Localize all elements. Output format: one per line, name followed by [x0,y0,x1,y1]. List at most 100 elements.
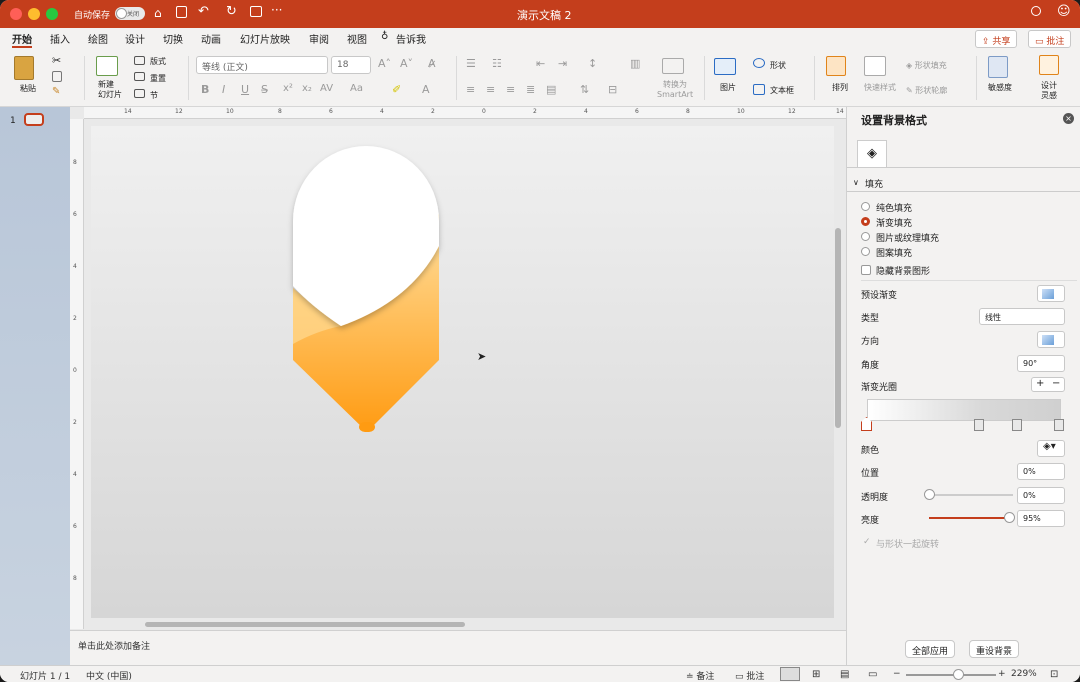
decrease-font-icon[interactable]: A˅ [400,57,413,70]
slide-canvas[interactable]: ➤ [91,126,834,618]
edit-icon[interactable] [250,6,262,17]
picture-icon[interactable] [714,58,736,75]
notes-placeholder[interactable]: 单击此处添加备注 [78,639,150,652]
autosave-toggle[interactable]: 关闭 [115,7,145,20]
transparency-field[interactable]: 0% [1017,487,1065,504]
align-center-icon[interactable]: ≡ [486,83,495,96]
fit-to-window-icon[interactable]: ⊡ [1050,669,1058,680]
char-spacing-icon[interactable]: AV [320,83,333,94]
solid-fill-radio[interactable] [861,202,870,211]
add-stop-icon[interactable]: + [1036,378,1044,389]
gradient-stop-handle[interactable] [1054,419,1064,431]
gradient-bar[interactable] [867,399,1061,421]
new-slide-button[interactable]: 新建 幻灯片 [98,80,122,100]
pencil-shape-graphic[interactable] [91,126,834,618]
shape-fill-button[interactable]: ◈ 形状填充 [906,60,947,71]
share-button[interactable]: ⇪ 共享 [975,30,1018,48]
slide-sorter-view-icon[interactable]: ⊞ [812,669,820,680]
redo-icon[interactable]: ↻ [226,4,237,19]
italic-icon[interactable]: I [222,83,225,96]
type-dropdown[interactable]: 线性 [979,308,1065,325]
fill-tab-icon[interactable]: ◈ [857,140,887,167]
paste-icon[interactable] [14,56,34,80]
apply-all-button[interactable]: 全部应用 [905,640,956,658]
tab-design[interactable]: 设计 [125,31,145,46]
convert-smartart-button[interactable]: 转换为 SmartArt [657,80,693,100]
brightness-field[interactable]: 95% [1017,510,1065,527]
tab-transitions[interactable]: 切换 [163,31,183,46]
close-window-button[interactable] [10,8,22,20]
line-spacing-icon[interactable]: ↕ [588,57,597,70]
tab-tell-me[interactable]: 告诉我 [396,31,426,46]
distributed-icon[interactable]: ▤ [546,83,556,96]
slideshow-view-icon[interactable]: ▭ [868,669,877,680]
sensitivity-button[interactable]: 敏感度 [988,82,1012,93]
angle-field[interactable]: 90° [1017,355,1065,372]
numbering-icon[interactable]: ☷ [492,57,502,70]
language-indicator[interactable]: 中文 (中国) [86,669,132,682]
align-right-icon[interactable]: ≡ [506,83,515,96]
color-picker-dropdown[interactable]: ◈▾ [1037,440,1065,457]
zoom-slider[interactable] [906,674,996,676]
change-case-icon[interactable]: Aa [350,83,363,94]
columns-icon[interactable]: ▥ [630,57,640,70]
quick-styles-icon[interactable] [864,56,886,76]
slide-thumbnail[interactable] [24,113,44,126]
arrange-button[interactable]: 排列 [832,82,848,93]
tab-view[interactable]: 视图 [347,31,367,46]
vertical-scrollbar[interactable] [835,228,841,428]
transparency-slider[interactable] [929,494,1013,496]
designer-button[interactable]: 设计 灵感 [1041,81,1057,101]
zoom-window-button[interactable] [46,8,58,20]
text-direction-icon[interactable]: ⇅ [580,83,589,96]
strikethrough-icon[interactable]: S̶ [261,83,268,96]
bold-icon[interactable]: B [201,83,209,96]
tab-draw[interactable]: 绘图 [88,31,108,46]
superscript-icon[interactable]: x² [283,83,293,94]
new-slide-icon[interactable] [96,56,118,76]
notes-pane[interactable]: 单击此处添加备注 [70,630,846,665]
reading-view-icon[interactable]: ▤ [840,669,849,680]
subscript-icon[interactable]: x₂ [302,83,312,94]
zoom-out-icon[interactable]: − [893,669,901,679]
align-left-icon[interactable]: ≡ [466,83,475,96]
increase-font-icon[interactable]: A˄ [378,57,391,70]
gradient-stop-handle[interactable] [1012,419,1022,431]
align-text-icon[interactable]: ⊟ [608,83,617,96]
transparency-slider-thumb[interactable] [924,489,935,500]
comments-button[interactable]: ▭ 批注 [1028,30,1072,48]
chevron-down-icon[interactable]: ∨ [853,178,859,187]
more-icon[interactable]: ··· [271,3,282,17]
close-pane-icon[interactable]: × [1063,113,1074,124]
underline-icon[interactable]: U [241,83,249,96]
direction-dropdown[interactable] [1037,331,1065,348]
sensitivity-icon[interactable] [988,56,1008,78]
tab-slideshow[interactable]: 幻灯片放映 [240,31,290,46]
font-name-field[interactable]: 等线 (正文) [196,56,328,74]
rotate-with-shape-label[interactable]: 与形状一起旋转 [876,537,939,550]
textbox-button[interactable]: 文本框 [770,85,794,96]
zoom-slider-thumb[interactable] [953,669,964,680]
font-color-icon[interactable]: A [422,83,430,96]
gradient-fill-radio[interactable] [861,217,870,226]
tab-animations[interactable]: 动画 [201,31,221,46]
bullets-icon[interactable]: ☰ [466,57,476,70]
reset-background-button[interactable]: 重设背景 [969,640,1020,658]
account-icon[interactable]: ☺ [1057,4,1071,19]
reset-button[interactable]: 重置 [150,73,166,84]
preset-gradient-dropdown[interactable] [1037,285,1065,302]
shape-button[interactable]: 形状 [770,60,786,71]
horizontal-scrollbar[interactable] [145,622,465,627]
gradient-stop-handle[interactable] [974,419,984,431]
undo-icon[interactable]: ↶ [198,4,209,19]
font-size-field[interactable]: 18 [331,56,371,74]
brightness-slider-thumb[interactable] [1003,512,1015,523]
fill-section-header[interactable]: 填充 [865,177,883,190]
brightness-slider[interactable] [929,517,1013,519]
section-button[interactable]: 节 [150,90,158,101]
home-icon[interactable]: ⌂ [154,6,162,20]
remove-stop-icon[interactable]: − [1052,378,1060,389]
format-painter-icon[interactable]: ✎ [52,86,60,97]
layout-button[interactable]: 版式 [150,56,166,67]
clear-format-icon[interactable]: A̷ [428,57,436,70]
